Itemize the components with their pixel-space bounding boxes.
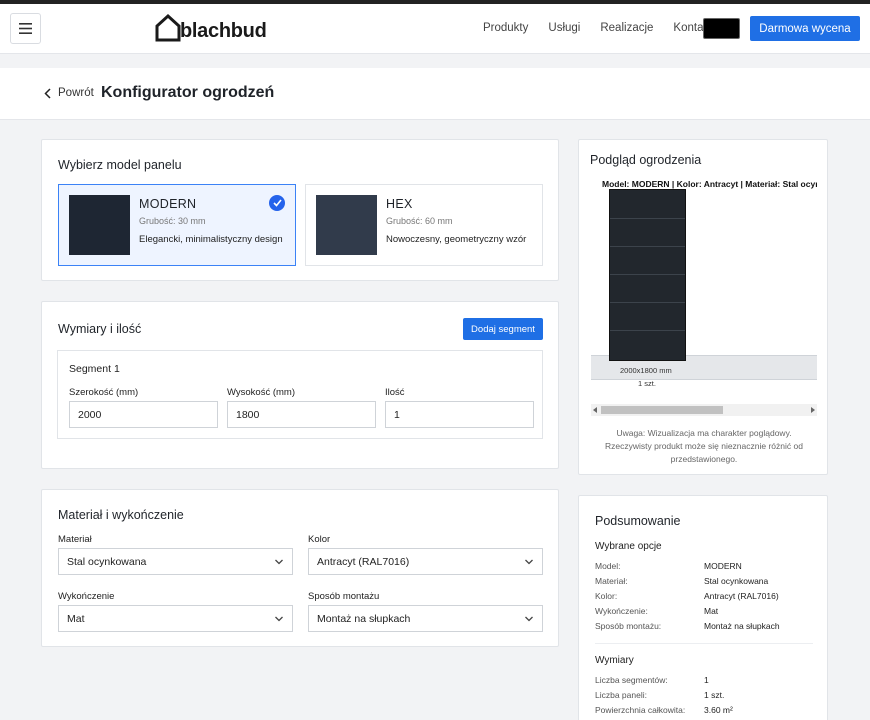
panel-model-title: Wybierz model panelu: [58, 158, 182, 172]
width-label: Szerokość (mm): [69, 387, 139, 398]
mount-label: Sposób montażu: [308, 591, 380, 602]
panel-plank: [610, 274, 685, 275]
panel-option-name: MODERN: [139, 197, 197, 211]
preview-title: Podgląd ogrodzenia: [590, 153, 702, 167]
logo[interactable]: blachbud: [154, 13, 267, 43]
height-label: Wysokość (mm): [227, 387, 295, 398]
summary-key: Powierzchnia całkowita:: [595, 705, 686, 715]
panel-option-description: Elegancki, minimalistyczny design: [139, 234, 283, 245]
panel-model-card: Wybierz model panelu MODERN Grubość: 30 …: [41, 139, 559, 281]
nav-link-uslugi[interactable]: Usługi: [548, 22, 580, 34]
panel-plank: [610, 246, 685, 247]
preview-card: Podgląd ogrodzenia Model: MODERN | Kolor…: [578, 139, 828, 475]
summary-key: Model:: [595, 561, 621, 571]
chevron-down-icon: [525, 559, 533, 565]
summary-key: Kolor:: [595, 591, 618, 601]
color-select[interactable]: Antracyt (RAL7016): [308, 548, 543, 575]
finish-select[interactable]: Mat: [58, 605, 293, 632]
nav-link-realizacje[interactable]: Realizacje: [600, 22, 653, 34]
panel-option-description: Nowoczesny, geometryczny wzór: [386, 234, 527, 245]
material-title: Materiał i wykończenie: [58, 508, 184, 522]
mount-select[interactable]: Montaż na słupkach: [308, 605, 543, 632]
panel-plank: [610, 330, 685, 331]
scroll-right-icon[interactable]: [810, 407, 815, 413]
color-label: Kolor: [308, 534, 331, 545]
check-icon: [269, 195, 285, 211]
dimensions-heading: Wymiary: [595, 655, 634, 666]
panel-plank: [610, 302, 685, 303]
dimensions-title: Wymiary i ilość: [58, 322, 142, 336]
preview-horizontal-scrollbar[interactable]: [591, 404, 817, 416]
summary-card: Podsumowanie Wybrane opcje Model: MODERN…: [578, 495, 828, 720]
summary-value: 3.60 m²: [704, 705, 733, 715]
nav-link-produkty[interactable]: Produkty: [483, 22, 528, 34]
preview-dimension-label: 2000x1800 mm: [620, 366, 672, 375]
width-input[interactable]: [69, 401, 218, 428]
menu-icon: [19, 23, 32, 34]
summary-value: MODERN: [704, 561, 742, 571]
summary-key: Liczba segmentów:: [595, 675, 668, 685]
dimensions-card: Wymiary i ilość Dodaj segment Segment 1 …: [41, 301, 559, 469]
finish-value: Mat: [67, 612, 85, 625]
hamburger-menu-button[interactable]: [10, 13, 41, 44]
finish-label: Wykończenie: [58, 591, 115, 602]
summary-value: Stal ocynkowana: [704, 576, 769, 586]
material-select[interactable]: Stal ocynkowana: [58, 548, 293, 575]
summary-key: Liczba paneli:: [595, 690, 647, 700]
summary-key: Wykończenie:: [595, 606, 648, 616]
preview-caption: Model: MODERN | Kolor: Antracyt | Materi…: [602, 179, 817, 189]
height-input[interactable]: [227, 401, 376, 428]
free-quote-button[interactable]: Darmowa wycena: [750, 16, 860, 41]
panel-swatch: [69, 195, 130, 255]
panel-swatch: [316, 195, 377, 255]
preview-note: Uwaga: Wizualizacja ma charakter poglądo…: [605, 428, 803, 464]
main-nav: Produkty Usługi Realizacje Kontakt: [483, 22, 712, 34]
quantity-label: Ilość: [385, 387, 405, 398]
chevron-down-icon: [275, 559, 283, 565]
scrollbar-thumb[interactable]: [601, 406, 723, 414]
summary-title: Podsumowanie: [595, 514, 681, 528]
scroll-left-icon[interactable]: [593, 407, 598, 413]
divider: [595, 643, 813, 644]
chevron-down-icon: [525, 616, 533, 622]
segment-title: Segment 1: [69, 363, 120, 375]
material-label: Materiał: [58, 534, 92, 545]
page-titlebar: Powrót Konfigurator ogrodzeń: [0, 68, 870, 120]
panel-option-thickness: Grubość: 30 mm: [139, 216, 206, 226]
summary-value: 1 szt.: [704, 690, 725, 700]
logo-text: blachbud: [180, 19, 267, 42]
mount-value: Montaż na słupkach: [317, 612, 411, 625]
site-header: blachbud Produkty Usługi Realizacje Kont…: [0, 4, 870, 54]
panel-plank: [610, 218, 685, 219]
preview-quantity-label: 1 szt.: [638, 379, 656, 388]
back-label: Powrót: [58, 87, 94, 99]
panel-option-hex[interactable]: HEX Grubość: 60 mm Nowoczesny, geometryc…: [305, 184, 543, 266]
summary-value: 1: [704, 675, 709, 685]
summary-key: Materiał:: [595, 576, 628, 586]
redacted-element: [703, 18, 740, 39]
panel-option-name: HEX: [386, 197, 413, 211]
chevron-left-icon: [44, 87, 51, 99]
panel-option-modern[interactable]: MODERN Grubość: 30 mm Elegancki, minimal…: [58, 184, 296, 266]
material-card: Materiał i wykończenie Materiał Stal ocy…: [41, 489, 559, 647]
segment-box: Segment 1 Szerokość (mm) Wysokość (mm) I…: [57, 350, 543, 439]
summary-value: Antracyt (RAL7016): [704, 591, 779, 601]
back-link[interactable]: Powrót: [44, 87, 94, 99]
add-segment-button[interactable]: Dodaj segment: [463, 318, 543, 340]
fence-panel-preview: [609, 189, 686, 361]
summary-key: Sposób montażu:: [595, 621, 662, 631]
material-value: Stal ocynkowana: [67, 555, 147, 568]
panel-option-thickness: Grubość: 60 mm: [386, 216, 453, 226]
page-title: Konfigurator ogrodzeń: [101, 84, 275, 101]
summary-value: Mat: [704, 606, 719, 616]
chevron-down-icon: [275, 616, 283, 622]
summary-value: Montaż na słupkach: [704, 621, 780, 631]
color-value: Antracyt (RAL7016): [317, 555, 410, 568]
quantity-input[interactable]: [385, 401, 534, 428]
selected-options-heading: Wybrane opcje: [595, 541, 662, 552]
